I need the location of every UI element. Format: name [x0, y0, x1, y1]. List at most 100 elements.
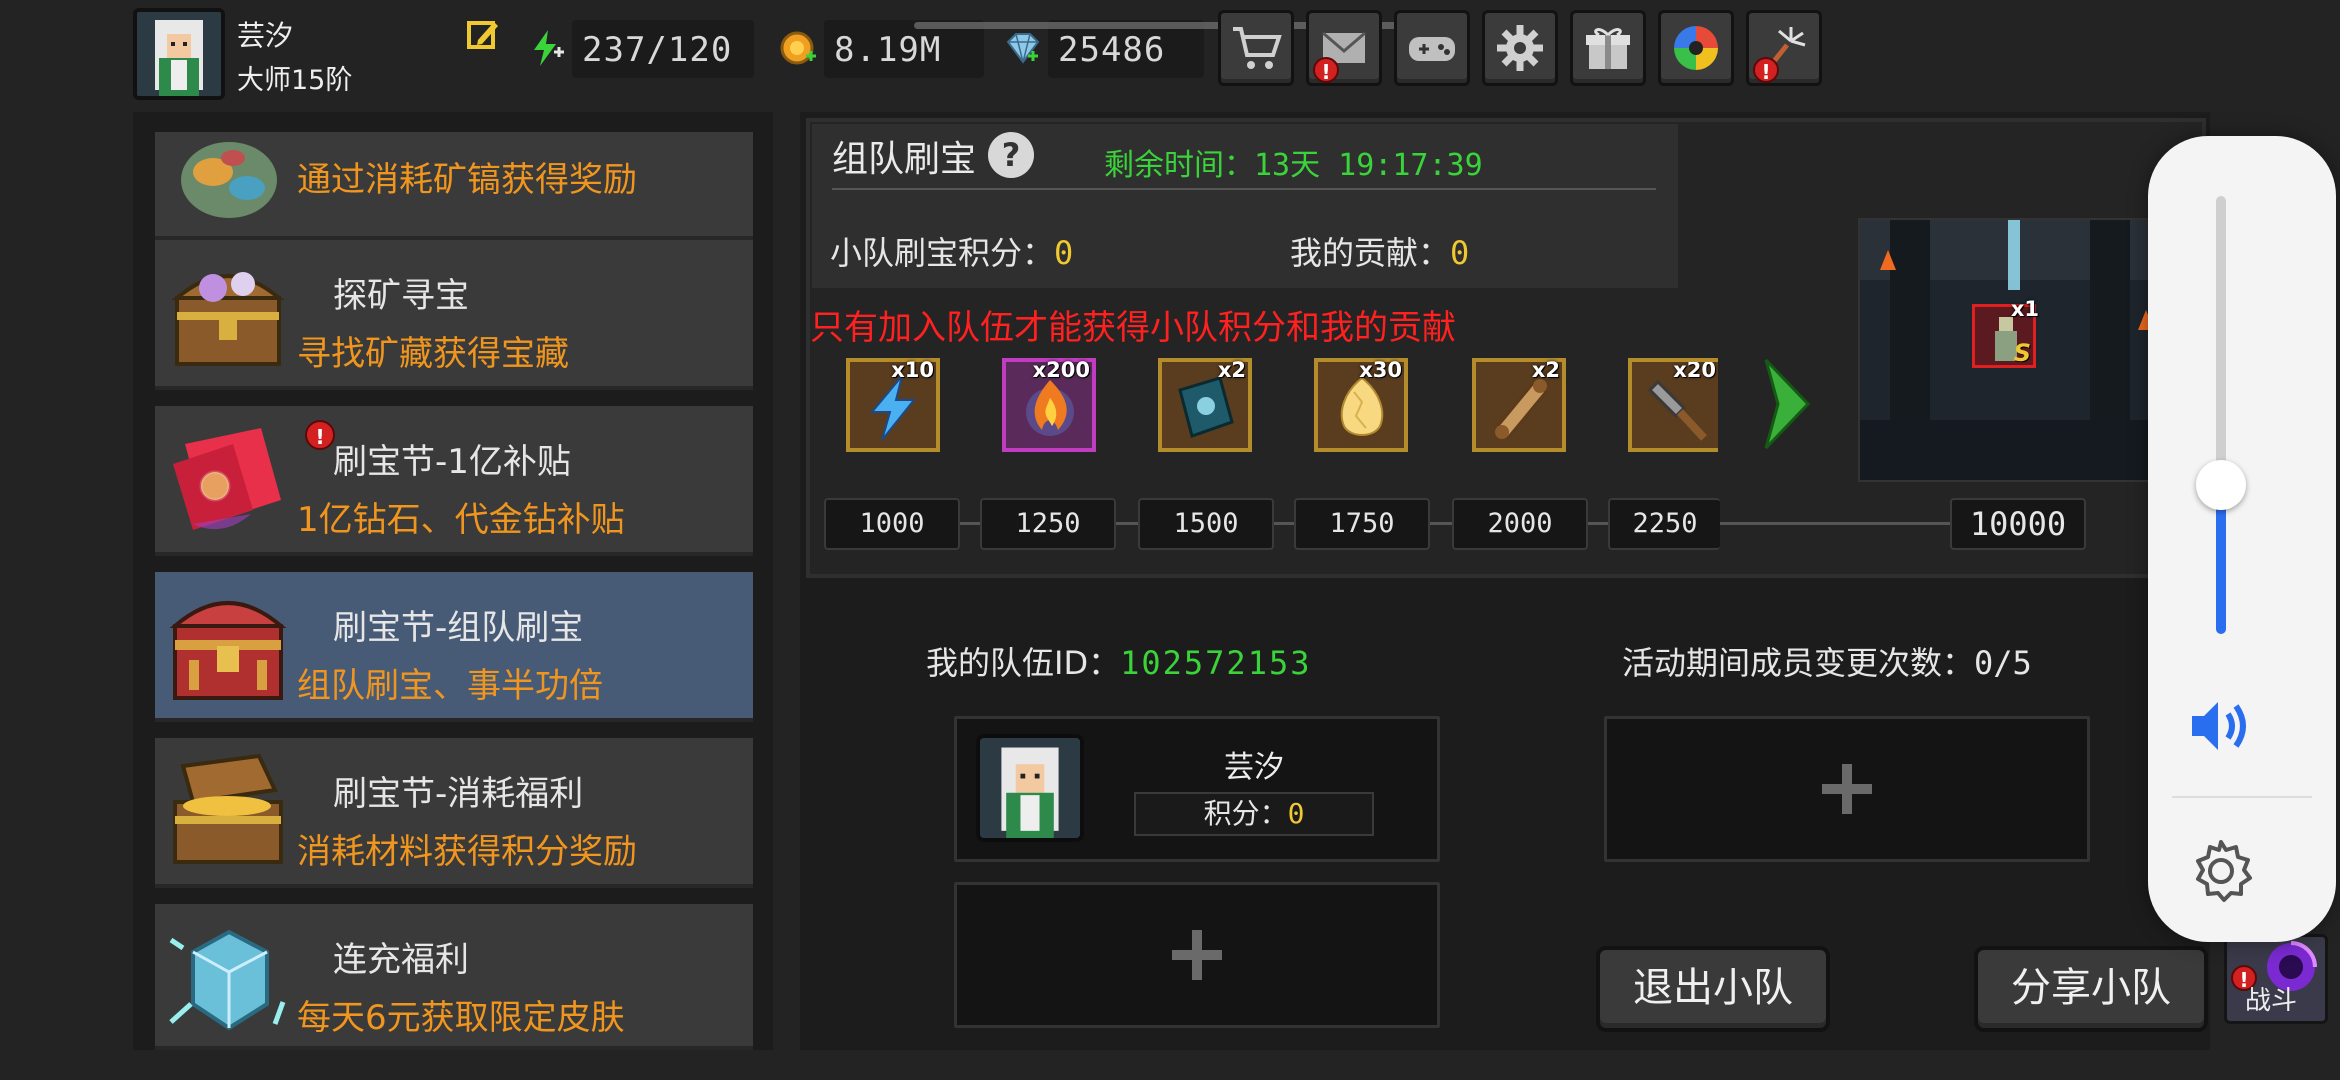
milestone-link	[960, 522, 982, 525]
energy-value: 237/120	[572, 20, 754, 78]
team-id-label: 我的队伍ID：	[926, 644, 1121, 682]
reward-count: x2	[1217, 358, 1246, 382]
reward-slot[interactable]: x20	[1628, 358, 1718, 452]
diamond-icon	[1006, 33, 1040, 64]
player-name: 芸汐	[237, 19, 294, 52]
event-item-treasure-hunt[interactable]: 探矿寻宝 寻找矿藏获得宝藏	[155, 240, 753, 390]
event-item-consume-bonus[interactable]: 刷宝节-消耗福利 消耗材料获得积分奖励	[155, 738, 753, 888]
reward-count: x20	[1673, 358, 1716, 382]
event-item-recharge-bonus[interactable]: 连充福利 每天6元获取限定皮肤	[155, 904, 753, 1050]
reward-slot[interactable]: x200	[1002, 358, 1096, 452]
next-arrow-icon[interactable]	[1758, 354, 1816, 454]
settings-button[interactable]	[1482, 10, 1558, 86]
reward-slot[interactable]: x10	[846, 358, 940, 452]
event-title: 探矿寻宝	[333, 276, 469, 316]
gamepad-button[interactable]	[1394, 10, 1470, 86]
reward-count: x10	[891, 358, 934, 382]
squad-score-label: 小队刷宝积分：	[830, 234, 1055, 272]
crystal-icon	[169, 929, 286, 1031]
subsidy-alert-badge: !	[305, 420, 335, 450]
golden-egg-icon	[1340, 376, 1384, 436]
reward-slot[interactable]: x30	[1314, 358, 1408, 452]
player-rank: 大师15阶	[237, 65, 353, 96]
milestone-link	[1588, 522, 1610, 525]
milestone-link	[1720, 522, 1952, 525]
milestone-link	[1116, 522, 1138, 525]
mail-alert-badge: !	[1313, 57, 1339, 84]
event-desc: 通过消耗矿镐获得奖励	[297, 160, 637, 200]
leave-team-button[interactable]: 退出小队	[1596, 946, 1830, 1032]
gift-icon	[1586, 28, 1630, 69]
camera-shutter-icon	[1674, 26, 1718, 70]
panel-title: 组队刷宝	[832, 139, 977, 180]
event-item-mining-rewards[interactable]: 通过消耗矿镐获得奖励	[155, 132, 753, 240]
member-changes: 活动期间成员变更次数：0/5	[1622, 638, 2032, 684]
red-envelope-icon	[173, 428, 281, 530]
milestone-label: 1000	[824, 498, 960, 550]
event-title: 刷宝节-消耗福利	[333, 774, 584, 814]
volume-settings-icon[interactable]	[2186, 836, 2256, 906]
hammer-icon	[1647, 379, 1707, 441]
volume-panel	[2148, 136, 2336, 942]
player-avatar[interactable]	[133, 8, 225, 100]
settings-gear-icon	[1497, 25, 1543, 71]
scroll-icon	[1493, 379, 1549, 441]
member-score: 积分：0	[1134, 792, 1374, 836]
member-changes-value: 0/5	[1974, 644, 2032, 682]
energy-icon	[534, 30, 564, 66]
milestone-label: 1250	[980, 498, 1116, 550]
empty-team-slot[interactable]	[954, 882, 1440, 1028]
empty-team-slot[interactable]	[1604, 716, 2090, 862]
milestone-link	[1430, 522, 1452, 525]
reward-slot[interactable]: x2	[1158, 358, 1252, 452]
event-item-team-hunt[interactable]: 刷宝节-组队刷宝 组队刷宝、事半功倍	[155, 572, 753, 722]
reward-count: x200	[1032, 358, 1090, 382]
squad-score-value: 0	[1054, 234, 1074, 272]
shop-button[interactable]	[1218, 10, 1294, 86]
camera-button[interactable]	[1658, 10, 1734, 86]
event-desc: 每天6元获取限定皮肤	[297, 998, 625, 1038]
milestone-link	[1274, 522, 1296, 525]
event-desc: 消耗材料获得积分奖励	[297, 832, 637, 872]
gamepad-icon	[1409, 37, 1455, 61]
edit-icon[interactable]	[466, 18, 500, 52]
elf-portrait-icon	[980, 738, 1080, 838]
flame-orb-icon	[1026, 380, 1074, 436]
plus-icon	[1822, 764, 1872, 814]
gold-coin-icon	[780, 31, 816, 65]
event-title: 刷宝节-组队刷宝	[333, 608, 584, 648]
side-tab-battle[interactable]: ! 战斗	[2224, 934, 2328, 1024]
info-divider	[832, 188, 1656, 190]
volume-slider-thumb[interactable]	[2196, 460, 2246, 510]
milestone-label: 1750	[1294, 498, 1430, 550]
final-reward-slot[interactable]: x1 S	[1972, 297, 2039, 368]
remaining-time: 剩余时间：13天 19:17:39	[1104, 140, 1483, 184]
speaker-icon[interactable]	[2186, 696, 2256, 756]
event-desc: 1亿钻石、代金钻补贴	[297, 500, 625, 540]
fireworks-alert-badge: !	[1753, 57, 1779, 84]
event-list-panel: 通过消耗矿镐获得奖励 探矿寻宝 寻找矿藏获得宝藏 ! 刷宝节-1亿补贴 1亿钻石…	[133, 112, 773, 1050]
event-desc: 组队刷宝、事半功倍	[297, 666, 603, 706]
member-score-label: 积分：	[1203, 797, 1288, 830]
shop-cart-icon	[1233, 27, 1282, 69]
event-item-subsidy[interactable]: ! 刷宝节-1亿补贴 1亿钻石、代金钻补贴	[155, 406, 753, 556]
gift-button[interactable]	[1570, 10, 1646, 86]
my-contribution-label: 我的贡献：	[1290, 234, 1451, 272]
fireworks-button[interactable]: !	[1746, 10, 1822, 86]
member-score-value: 0	[1287, 797, 1305, 830]
final-reward-count: x1	[2010, 297, 2039, 321]
red-chest-icon	[169, 601, 287, 700]
event-title: 连充福利	[333, 940, 469, 980]
mail-button[interactable]: !	[1306, 10, 1382, 86]
help-icon[interactable]: ?	[988, 132, 1034, 178]
remaining-time-label: 剩余时间：	[1104, 148, 1254, 183]
volume-divider	[2172, 796, 2312, 798]
final-reward-scene[interactable]: x1 S	[1858, 218, 2158, 482]
elf-portrait-icon	[137, 12, 221, 96]
share-team-button[interactable]: 分享小队	[1974, 946, 2208, 1032]
reward-slot[interactable]: x2	[1472, 358, 1566, 452]
member-avatar	[976, 734, 1084, 842]
ore-icon	[181, 142, 277, 218]
final-reward-grade: S	[2013, 339, 2031, 367]
reward-count: x2	[1531, 358, 1560, 382]
